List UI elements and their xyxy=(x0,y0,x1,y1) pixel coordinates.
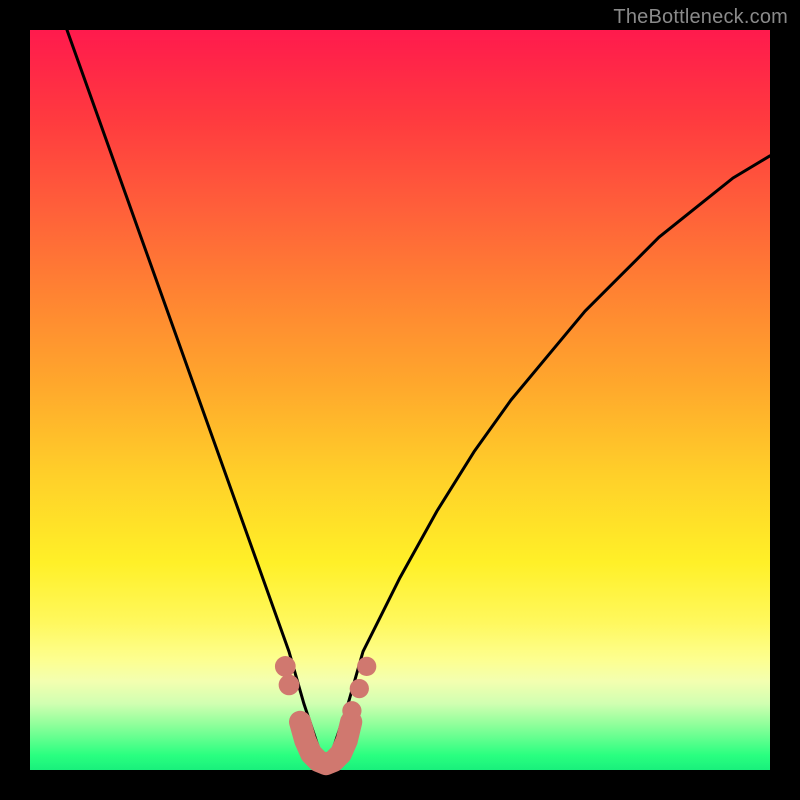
curve-layer xyxy=(67,30,770,763)
series-bottleneck-curve xyxy=(67,30,770,763)
marker-right-low xyxy=(342,701,361,720)
plot-area xyxy=(30,30,770,770)
marker-left-pair-upper xyxy=(275,656,296,677)
chart-frame: TheBottleneck.com xyxy=(0,0,800,800)
marker-right-mid xyxy=(350,679,369,698)
marker-layer xyxy=(275,656,376,720)
valley-band-layer xyxy=(300,722,351,764)
marker-left-pair-lower xyxy=(279,675,300,696)
valley-band xyxy=(300,722,351,764)
chart-svg xyxy=(30,30,770,770)
watermark-text: TheBottleneck.com xyxy=(613,6,788,29)
marker-right-top xyxy=(357,657,376,676)
